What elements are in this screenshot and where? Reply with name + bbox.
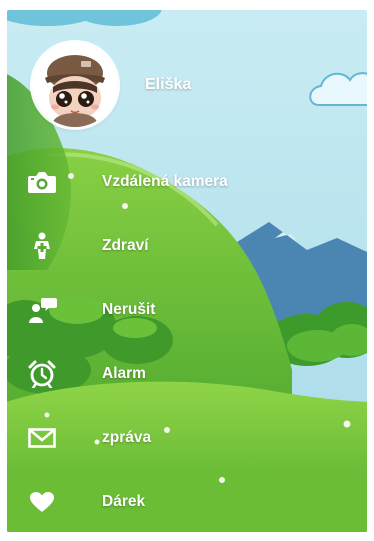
- menu-item-health[interactable]: Zdraví: [7, 214, 367, 278]
- navigation-drawer: Eliška Vzdálená kamera Zdraví Nerušit Al…: [7, 10, 367, 532]
- drawer-menu: Vzdálená kamera Zdraví Nerušit Alarm zpr…: [7, 150, 367, 532]
- menu-label-message: zpráva: [102, 429, 152, 446]
- menu-label-health: Zdraví: [102, 237, 149, 254]
- alarm-clock-icon: [27, 359, 57, 389]
- menu-item-gift[interactable]: Dárek: [7, 470, 367, 532]
- menu-item-message[interactable]: zpráva: [7, 406, 367, 470]
- heart-icon: [27, 487, 57, 517]
- menu-label-do-not-disturb: Nerušit: [102, 301, 156, 318]
- user-name: Eliška: [145, 76, 192, 93]
- do-not-disturb-icon: [27, 295, 57, 325]
- menu-item-alarm[interactable]: Alarm: [7, 342, 367, 406]
- cartoon-boy-avatar-icon: [33, 43, 117, 127]
- message-envelope-icon: [27, 423, 57, 453]
- menu-item-remote-camera[interactable]: Vzdálená kamera: [7, 150, 367, 214]
- avatar[interactable]: [33, 43, 117, 127]
- user-profile[interactable]: Eliška: [33, 40, 333, 130]
- health-icon: [27, 231, 57, 261]
- camera-icon: [27, 167, 57, 197]
- menu-label-alarm: Alarm: [102, 365, 146, 382]
- menu-label-remote-camera: Vzdálená kamera: [102, 173, 228, 190]
- menu-label-gift: Dárek: [102, 493, 146, 510]
- menu-item-do-not-disturb[interactable]: Nerušit: [7, 278, 367, 342]
